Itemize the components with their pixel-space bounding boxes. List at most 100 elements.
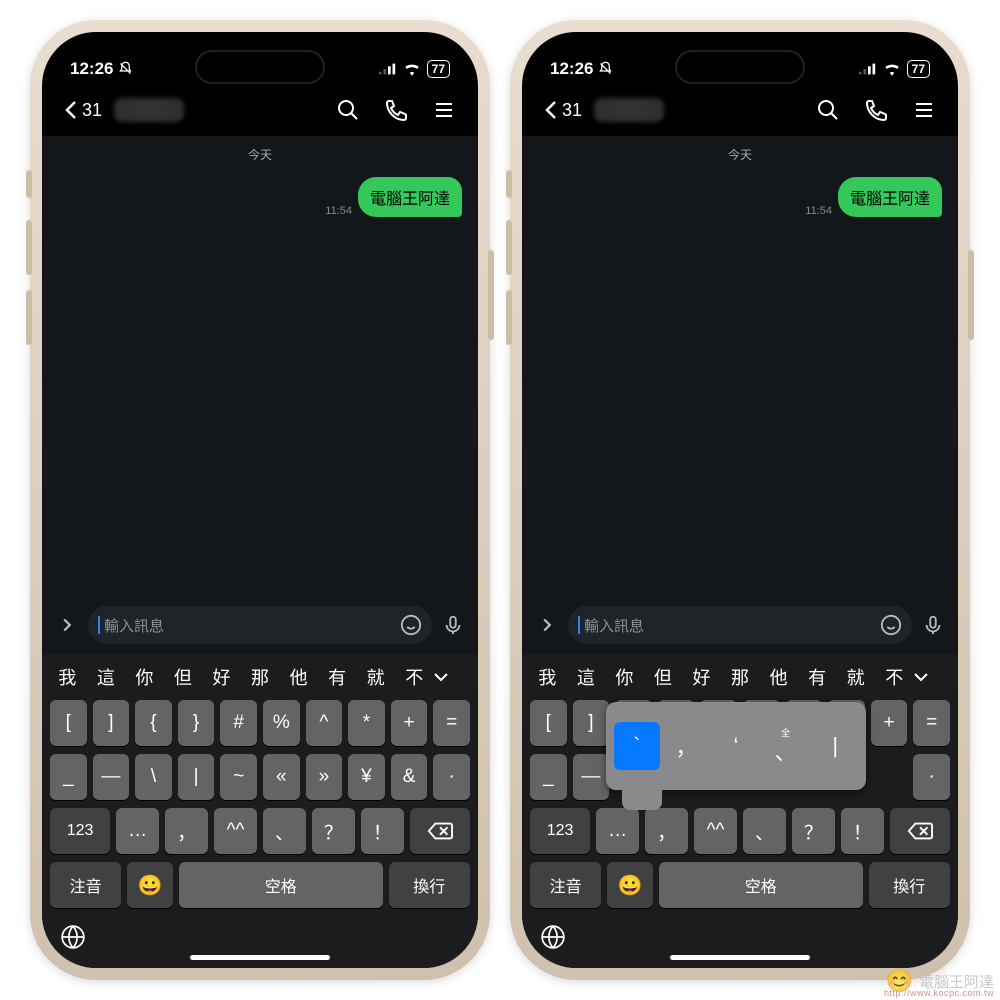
key[interactable]: \ — [135, 754, 172, 800]
mute-switch[interactable] — [26, 170, 32, 198]
candidates-expand-icon[interactable] — [913, 672, 952, 682]
volume-up[interactable] — [506, 220, 512, 275]
key[interactable]: ？ — [312, 808, 355, 854]
key[interactable]: ~ — [220, 754, 257, 800]
candidate[interactable]: 有 — [798, 664, 837, 690]
candidate-bar[interactable]: 我 這 你 但 好 那 他 有 就 不 — [526, 660, 954, 700]
key-space[interactable]: 空格 — [659, 862, 863, 908]
candidate[interactable]: 他 — [759, 664, 798, 690]
volume-down[interactable] — [26, 290, 32, 345]
candidate[interactable]: 他 — [279, 664, 318, 690]
candidate[interactable]: 不 — [395, 664, 434, 690]
key-longpress-popup[interactable]: ` ， ‘ 全、 | — [606, 702, 866, 790]
key[interactable]: — — [93, 754, 130, 800]
candidate[interactable]: 我 — [48, 664, 87, 690]
key-ime[interactable]: 注音 — [50, 862, 121, 908]
key-space[interactable]: 空格 — [179, 862, 383, 908]
key[interactable]: ] — [93, 700, 130, 746]
key[interactable]: « — [263, 754, 300, 800]
key[interactable]: _ — [530, 754, 567, 800]
key[interactable]: } — [178, 700, 215, 746]
key[interactable]: + — [871, 700, 908, 746]
emoji-picker-icon[interactable] — [400, 614, 422, 636]
key[interactable]: · — [433, 754, 470, 800]
candidate[interactable]: 我 — [528, 664, 567, 690]
home-indicator[interactable] — [190, 955, 330, 960]
chat-area[interactable]: 今天 11:54 電腦王阿達 — [42, 136, 478, 600]
key[interactable]: * — [348, 700, 385, 746]
home-indicator[interactable] — [670, 955, 810, 960]
key[interactable]: & — [391, 754, 428, 800]
key[interactable]: # — [220, 700, 257, 746]
mute-switch[interactable] — [506, 170, 512, 198]
collapse-icon[interactable] — [56, 614, 78, 636]
key[interactable]: _ — [50, 754, 87, 800]
key[interactable]: · — [913, 754, 950, 800]
message-bubble[interactable]: 電腦王阿達 — [358, 177, 462, 217]
key[interactable]: ！ — [361, 808, 404, 854]
candidate[interactable]: 那 — [241, 664, 280, 690]
mic-icon[interactable] — [442, 614, 464, 636]
call-icon[interactable] — [864, 98, 888, 122]
key[interactable]: 、 — [263, 808, 306, 854]
volume-down[interactable] — [506, 290, 512, 345]
key-123[interactable]: 123 — [50, 808, 110, 854]
popup-option[interactable]: 全、 — [763, 722, 809, 770]
volume-up[interactable] — [26, 220, 32, 275]
popup-option[interactable]: ， — [664, 722, 710, 770]
key[interactable]: + — [391, 700, 428, 746]
key[interactable]: — — [573, 754, 610, 800]
globe-icon[interactable] — [60, 924, 86, 950]
popup-option[interactable]: ‘ — [713, 722, 759, 770]
key-emoji[interactable]: 😀 — [607, 862, 653, 908]
key[interactable]: | — [178, 754, 215, 800]
candidate-bar[interactable]: 我 這 你 但 好 那 他 有 就 不 — [46, 660, 474, 700]
back-button[interactable]: 31 — [544, 100, 582, 121]
key-backspace[interactable] — [410, 808, 470, 854]
power-button[interactable] — [968, 250, 974, 340]
key[interactable]: [ — [530, 700, 567, 746]
candidate[interactable]: 這 — [87, 664, 126, 690]
key[interactable]: ， — [645, 808, 688, 854]
key[interactable]: % — [263, 700, 300, 746]
back-button[interactable]: 31 — [64, 100, 102, 121]
key-123[interactable]: 123 — [530, 808, 590, 854]
candidate[interactable]: 好 — [682, 664, 721, 690]
candidate[interactable]: 有 — [318, 664, 357, 690]
candidates-expand-icon[interactable] — [433, 672, 472, 682]
power-button[interactable] — [488, 250, 494, 340]
emoji-picker-icon[interactable] — [880, 614, 902, 636]
chat-area[interactable]: 今天 11:54 電腦王阿達 — [522, 136, 958, 600]
candidate[interactable]: 但 — [164, 664, 203, 690]
key[interactable]: ^^ — [214, 808, 257, 854]
menu-icon[interactable] — [432, 98, 456, 122]
candidate[interactable]: 這 — [567, 664, 606, 690]
candidate[interactable]: 你 — [605, 664, 644, 690]
popup-option[interactable]: | — [812, 722, 858, 770]
collapse-icon[interactable] — [536, 614, 558, 636]
key[interactable]: ^ — [306, 700, 343, 746]
key[interactable]: 、 — [743, 808, 786, 854]
key-backspace[interactable] — [890, 808, 950, 854]
candidate[interactable]: 那 — [721, 664, 760, 690]
key[interactable]: ， — [165, 808, 208, 854]
key[interactable]: … — [116, 808, 159, 854]
candidate[interactable]: 就 — [836, 664, 875, 690]
menu-icon[interactable] — [912, 98, 936, 122]
key-ime[interactable]: 注音 — [530, 862, 601, 908]
message-input[interactable]: 輸入訊息 — [88, 606, 432, 644]
globe-icon[interactable] — [540, 924, 566, 950]
popup-option[interactable]: ` — [614, 722, 660, 770]
candidate[interactable]: 但 — [644, 664, 683, 690]
key-emoji[interactable]: 😀 — [127, 862, 173, 908]
candidate[interactable]: 你 — [125, 664, 164, 690]
candidate[interactable]: 好 — [202, 664, 241, 690]
key[interactable]: … — [596, 808, 639, 854]
key[interactable]: ] — [573, 700, 610, 746]
key[interactable]: [ — [50, 700, 87, 746]
key[interactable]: = — [433, 700, 470, 746]
key[interactable]: ！ — [841, 808, 884, 854]
key[interactable]: ^^ — [694, 808, 737, 854]
key[interactable]: ？ — [792, 808, 835, 854]
search-icon[interactable] — [816, 98, 840, 122]
